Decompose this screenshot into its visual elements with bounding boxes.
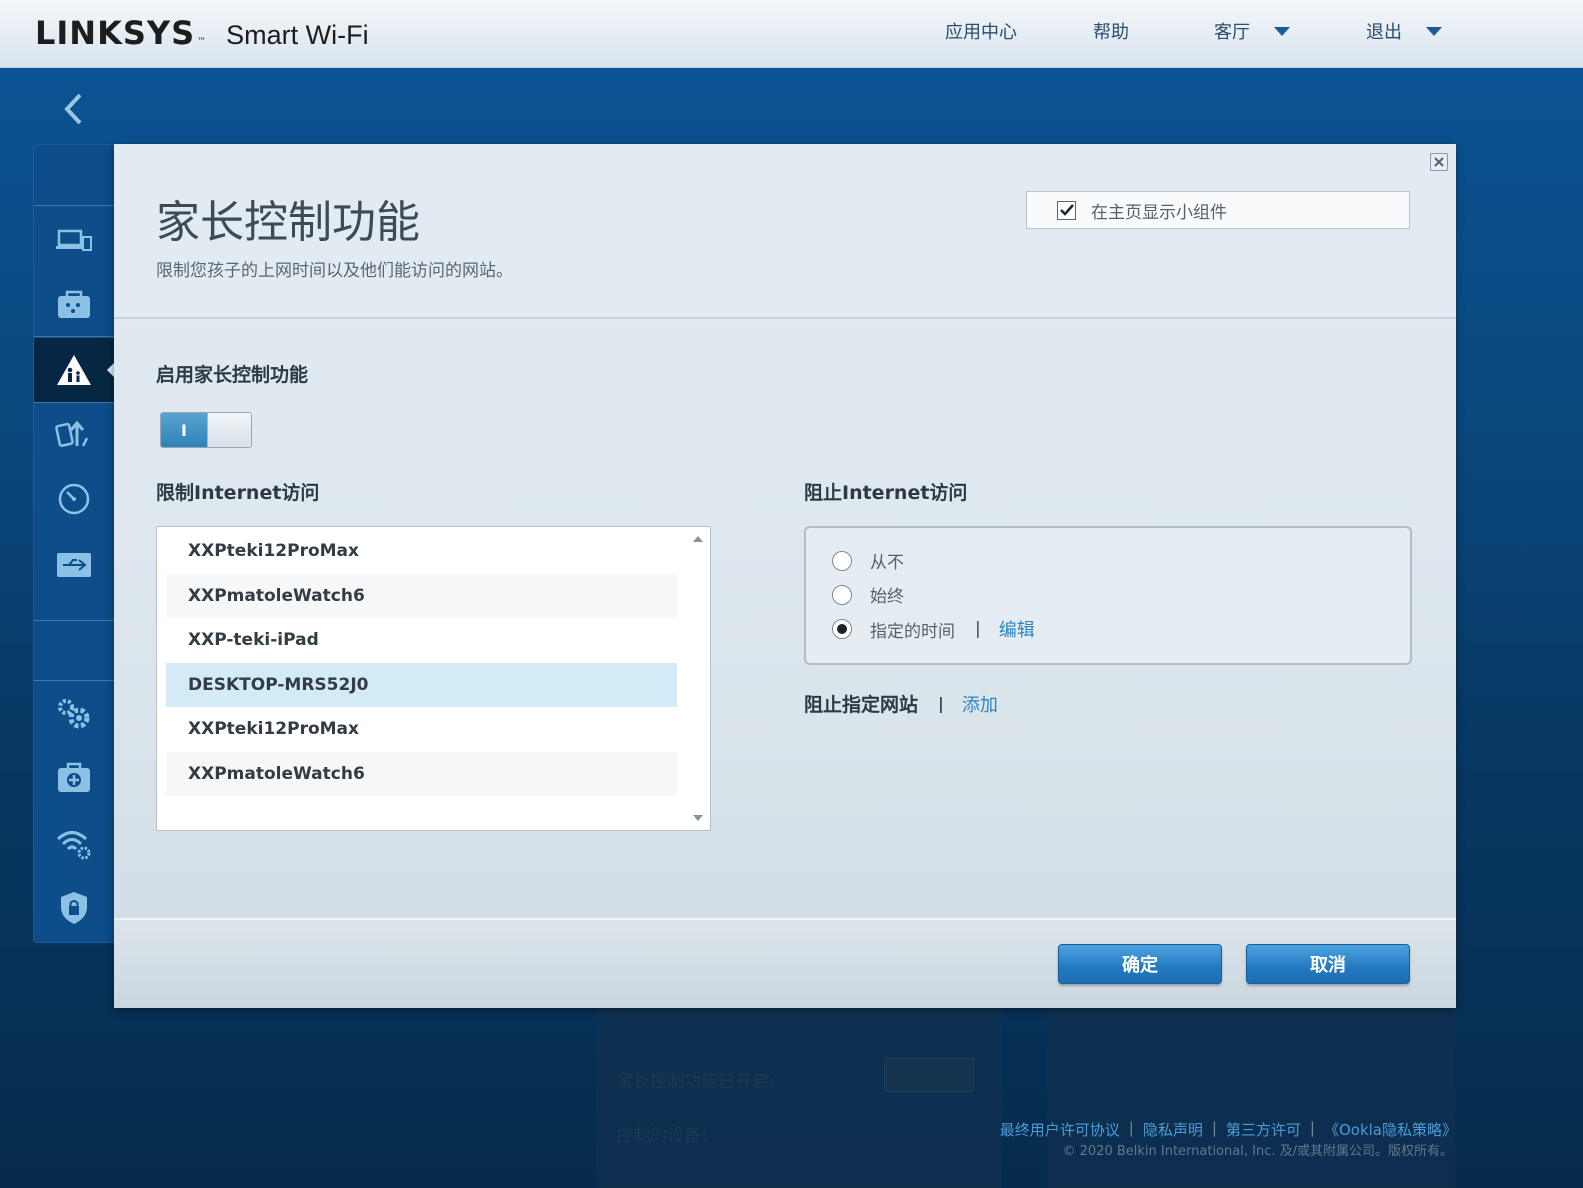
enable-parental-label: 启用家长控制功能 [156, 364, 309, 386]
guest-access-icon[interactable] [54, 285, 94, 325]
radio-option-never[interactable]: 从不 [832, 548, 904, 573]
add-site-link[interactable]: 添加 [962, 691, 998, 717]
device-row[interactable]: XXPmatoleWatch6 [166, 752, 677, 796]
block-sites-label: 阻止指定网站 [804, 694, 919, 716]
copyright-text: © 2020 Belkin International, Inc. 及/或其附属… [1062, 1144, 1454, 1159]
speed-test-icon[interactable] [54, 479, 94, 519]
checkmark-icon [1059, 204, 1074, 216]
block-access-options: 从不 始终 指定的时间 | 编辑 [804, 526, 1412, 665]
show-widget-checkbox[interactable] [1057, 200, 1076, 220]
divider [34, 680, 114, 681]
toggle-on-indicator: I [161, 413, 207, 447]
device-row[interactable]: XXP-teki-iPad [166, 618, 677, 662]
divider [34, 620, 114, 621]
connectivity-settings-icon[interactable] [54, 693, 94, 733]
devices-icon[interactable] [54, 221, 94, 261]
scroll-up-icon[interactable] [693, 536, 703, 542]
dialog-header: 家长控制功能 限制您孩子的上网时间以及他们能访问的网站。 在主页显示小组件 [114, 144, 1456, 319]
usb-storage-icon[interactable] [54, 545, 94, 585]
security-shield-icon[interactable] [54, 888, 94, 928]
separator: | [975, 619, 981, 639]
privacy-link[interactable]: 隐私声明 [1143, 1119, 1203, 1140]
page-title: 家长控制功能 [156, 197, 420, 248]
wireless-settings-icon[interactable] [54, 824, 94, 864]
radio-never[interactable] [832, 550, 852, 571]
troubleshooting-icon[interactable] [54, 758, 94, 798]
enable-parental-toggle[interactable]: I [160, 412, 252, 448]
radio-scheduled[interactable] [832, 619, 852, 639]
ookla-privacy-link[interactable]: 《Ookla隐私策略》 [1324, 1119, 1457, 1140]
page-subtitle: 限制您孩子的上网时间以及他们能访问的网站。 [156, 261, 513, 281]
top-bar: LINKSYS ™ Smart Wi-Fi 应用中心 帮助 客厅 退出 [0, 0, 1583, 68]
show-widget-option[interactable]: 在主页显示小组件 [1026, 191, 1410, 229]
cancel-button[interactable]: 取消 [1246, 944, 1410, 984]
divider [34, 402, 114, 403]
toggle-knob [207, 413, 251, 447]
nav-logout-menu[interactable]: 退出 [1366, 18, 1466, 44]
radio-option-scheduled[interactable]: 指定的时间 | 编辑 [832, 616, 1035, 642]
radio-option-always[interactable]: 始终 [832, 582, 904, 607]
divider [34, 205, 114, 206]
product-name: Smart Wi-Fi [226, 20, 369, 50]
device-list[interactable]: XXPteki12ProMax XXPmatoleWatch6 XXP-teki… [156, 526, 711, 831]
background-card-parental [596, 1008, 1002, 1188]
show-widget-label: 在主页显示小组件 [1091, 202, 1227, 223]
dialog-footer: 确定 取消 [114, 918, 1456, 1008]
device-row[interactable]: XXPteki12ProMax [166, 707, 677, 751]
close-button[interactable] [1430, 153, 1448, 171]
block-sites-row: 阻止指定网站 | 添加 [804, 690, 998, 717]
divider [34, 336, 114, 337]
device-row-selected[interactable]: DESKTOP-MRS52J0 [166, 663, 677, 707]
chevron-down-icon [1426, 26, 1442, 36]
device-row[interactable]: XXPmatoleWatch6 [166, 574, 677, 618]
media-prioritization-icon[interactable] [54, 413, 94, 453]
edit-schedule-link[interactable]: 编辑 [999, 616, 1035, 642]
parental-controls-icon[interactable] [54, 350, 94, 390]
background-controlled-devices: 控制的设备: [616, 1126, 707, 1146]
footer-links: 最终用户许可协议 | 隐私声明 | 第三方许可 | 《Ookla隐私策略》 [1000, 1119, 1457, 1140]
background-toggle [884, 1058, 974, 1092]
device-row[interactable]: XXPteki12ProMax [166, 529, 677, 573]
trademark: ™ [197, 37, 207, 47]
separator: | [1309, 1119, 1315, 1137]
close-icon [1434, 157, 1444, 167]
separator: | [1128, 1119, 1134, 1137]
background-card-secondary [1047, 1008, 1455, 1188]
nav-room-menu[interactable]: 客厅 [1214, 18, 1314, 44]
background-parental-status: 家长控制功能已开启: [616, 1072, 775, 1092]
block-access-label: 阻止Internet访问 [804, 482, 968, 504]
third-party-licenses-link[interactable]: 第三方许可 [1226, 1119, 1301, 1140]
brand-logo: LINKSYS ™ Smart Wi-Fi [35, 14, 369, 54]
linksys-logo: LINKSYS [35, 14, 196, 52]
eula-link[interactable]: 最终用户许可协议 [1000, 1119, 1120, 1140]
radio-selected-dot [837, 624, 847, 634]
nav-help[interactable]: 帮助 [1093, 18, 1153, 44]
nav-app-center[interactable]: 应用中心 [945, 18, 1035, 44]
back-arrow-icon[interactable] [60, 92, 90, 125]
ok-button[interactable]: 确定 [1058, 944, 1222, 984]
restrict-access-label: 限制Internet访问 [156, 482, 320, 504]
scroll-down-icon[interactable] [693, 815, 703, 821]
separator: | [938, 694, 944, 713]
parental-controls-dialog: 家长控制功能 限制您孩子的上网时间以及他们能访问的网站。 在主页显示小组件 启用… [114, 144, 1456, 1008]
left-sidebar [33, 144, 115, 943]
separator: | [1211, 1119, 1217, 1137]
chevron-down-icon [1274, 26, 1290, 36]
radio-always[interactable] [832, 584, 852, 605]
